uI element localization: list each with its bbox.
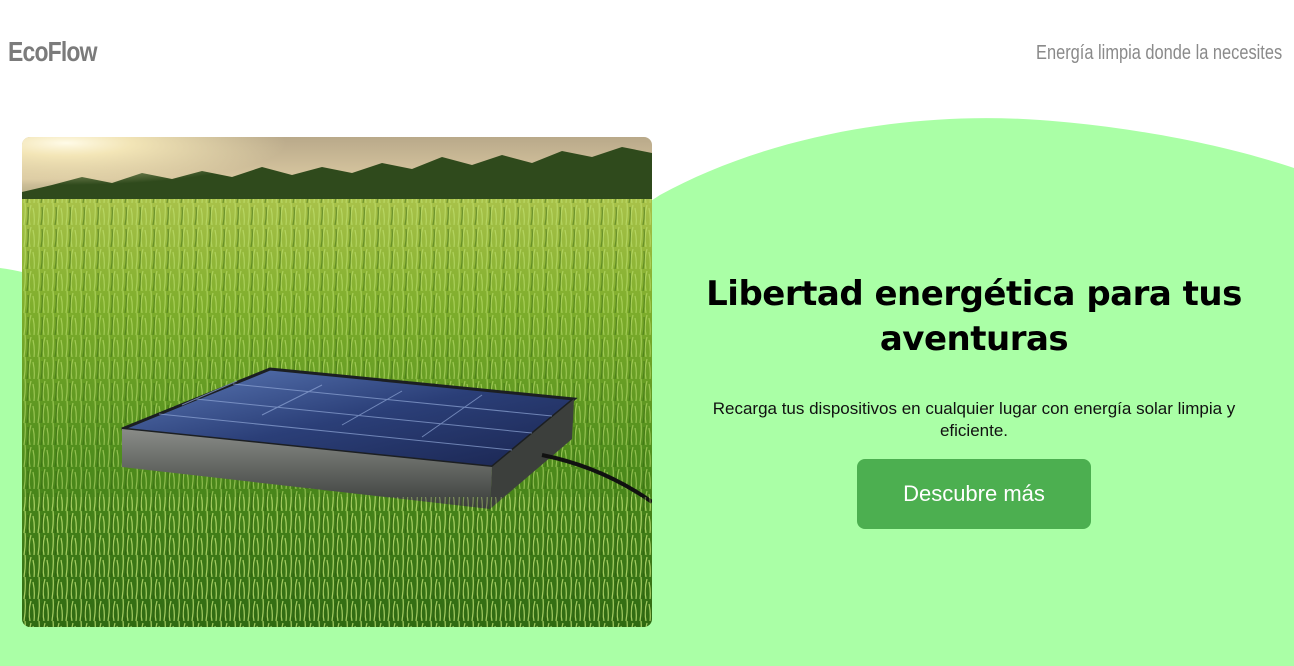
landing-page: EcoFlow Energía limpia donde la necesite… <box>0 0 1294 666</box>
site-header: EcoFlow Energía limpia donde la necesite… <box>0 0 1294 110</box>
hero-description: Recarga tus dispositivos en cualquier lu… <box>712 399 1236 440</box>
header-tagline: Energía limpia donde la necesites <box>1035 42 1282 64</box>
hero-image <box>22 137 652 627</box>
brand-logo[interactable]: EcoFlow <box>8 36 97 68</box>
hero-content: Libertad energética para tus aventuras R… <box>690 272 1258 529</box>
discover-more-button[interactable]: Descubre más <box>857 459 1091 529</box>
solar-panel-photo <box>22 137 652 627</box>
hero-title: Libertad energética para tus aventuras <box>706 274 1242 359</box>
